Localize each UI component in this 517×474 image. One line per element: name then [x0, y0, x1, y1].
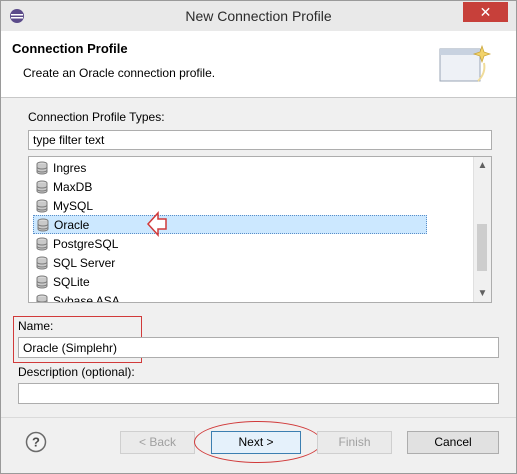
scroll-down-icon[interactable]: ▼: [474, 285, 491, 302]
profile-types-list[interactable]: Ingres MaxDB MySQL Oracle PostgreSQL SQL…: [28, 156, 492, 303]
profile-types-label: Connection Profile Types:: [28, 110, 165, 124]
page-description: Create an Oracle connection profile.: [23, 66, 216, 80]
list-item-sqlite[interactable]: SQLite: [33, 272, 427, 291]
description-input[interactable]: [18, 383, 499, 404]
database-icon: [36, 294, 48, 302]
svg-text:?: ?: [32, 435, 40, 450]
close-button[interactable]: ✕: [463, 2, 508, 22]
filter-input[interactable]: [28, 130, 492, 150]
list-item-label: Oracle: [54, 217, 90, 232]
title-bar[interactable]: New Connection Profile ✕: [1, 1, 516, 31]
scroll-up-icon[interactable]: ▲: [474, 157, 491, 174]
scroll-thumb[interactable]: [477, 224, 487, 271]
footer-separator: [1, 417, 516, 418]
annotation-arrow-icon: [146, 211, 167, 237]
list-item-postgresql[interactable]: PostgreSQL: [33, 234, 427, 253]
database-icon: [36, 180, 48, 193]
cancel-button[interactable]: Cancel: [407, 431, 499, 454]
finish-button[interactable]: Finish: [317, 431, 392, 454]
window-title: New Connection Profile: [185, 8, 332, 24]
wizard-banner-icon: [439, 44, 492, 82]
next-annotation-ellipse: [194, 421, 322, 463]
database-icon: [36, 237, 48, 250]
page-title: Connection Profile: [12, 41, 128, 56]
name-input[interactable]: [18, 337, 499, 358]
list-item-label: PostgreSQL: [53, 236, 119, 251]
database-icon: [36, 161, 48, 174]
list-item-maxdb[interactable]: MaxDB: [33, 177, 427, 196]
name-label: Name:: [18, 319, 54, 333]
list-item-label: SQLite: [53, 274, 90, 289]
database-icon: [37, 218, 49, 231]
list-item-label: MaxDB: [53, 179, 93, 194]
list-item-label: SQL Server: [53, 255, 116, 270]
help-icon[interactable]: ?: [25, 431, 47, 453]
database-icon: [36, 275, 48, 288]
description-label: Description (optional):: [18, 365, 135, 379]
database-icon: [36, 199, 48, 212]
new-connection-profile-dialog: New Connection Profile ✕ Connection Prof…: [0, 0, 517, 474]
back-button[interactable]: < Back: [120, 431, 195, 454]
list-scrollbar[interactable]: ▲ ▼: [473, 157, 491, 302]
list-item-oracle[interactable]: Oracle: [33, 215, 427, 234]
list-item-mysql[interactable]: MySQL: [33, 196, 427, 215]
wizard-header: Connection Profile Create an Oracle conn…: [1, 31, 516, 98]
list-item-label: Sybase ASA: [53, 293, 120, 303]
list-item-label: Ingres: [53, 160, 87, 175]
database-icon: [36, 256, 48, 269]
list-item-label: MySQL: [53, 198, 94, 213]
list-item-sql-server[interactable]: SQL Server: [33, 253, 427, 272]
list-item-sybase-asa[interactable]: Sybase ASA: [33, 291, 427, 303]
list-item-ingres[interactable]: Ingres: [33, 158, 427, 177]
